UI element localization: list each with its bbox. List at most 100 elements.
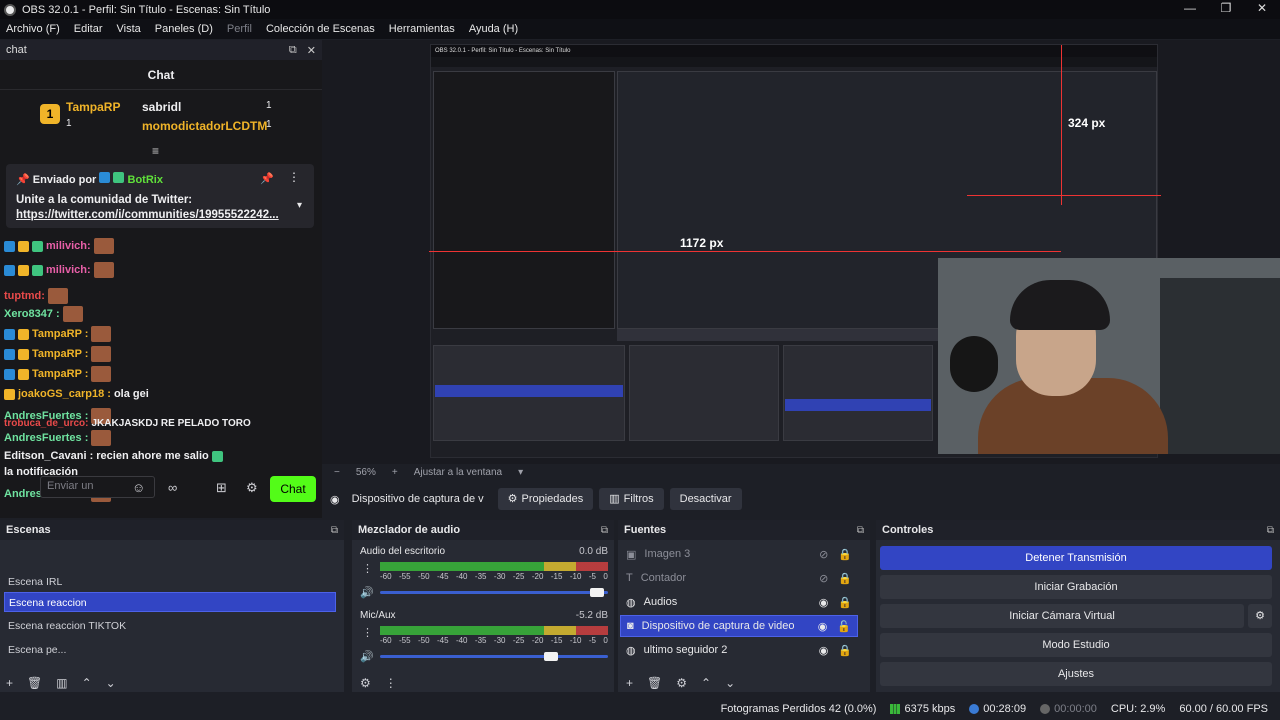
unlock-icon[interactable]: 🔓 bbox=[837, 620, 851, 633]
link-icon[interactable]: ∞ bbox=[168, 480, 177, 495]
track-menu-icon[interactable]: ⋮ bbox=[362, 626, 373, 639]
stop-streaming-button[interactable]: Detener Transmisión bbox=[880, 546, 1272, 570]
lock-icon[interactable]: 🔒 bbox=[838, 644, 852, 657]
chat-user[interactable]: Xero8347 : bbox=[4, 308, 60, 320]
pinned-link[interactable]: https://twitter.com/i/communities/199555… bbox=[16, 209, 304, 221]
emoji-icon[interactable]: ☺ bbox=[132, 480, 145, 495]
chat-user[interactable]: tuptmd: bbox=[4, 290, 45, 302]
leader-name[interactable]: sabridl bbox=[142, 100, 181, 114]
float-icon[interactable]: ⧉ bbox=[1267, 525, 1274, 536]
gift-icon[interactable]: ⊞ bbox=[216, 480, 227, 496]
expand-icon[interactable]: ≡ bbox=[152, 144, 159, 158]
lock-icon[interactable]: 🔒 bbox=[838, 548, 852, 561]
settings-button[interactable]: Ajustes bbox=[880, 662, 1272, 686]
menu-tools[interactable]: Herramientas bbox=[389, 23, 455, 35]
float-icon[interactable]: ⧉ bbox=[331, 525, 338, 536]
lock-icon[interactable]: 🔒 bbox=[838, 572, 852, 585]
unpin-icon[interactable]: 📌 bbox=[260, 172, 274, 185]
chat-user[interactable]: TampaRP : bbox=[32, 348, 88, 360]
menu-profile[interactable]: Perfil bbox=[227, 23, 252, 35]
source-item-selected[interactable]: ◙ Dispositivo de captura de video ◉ 🔓 bbox=[620, 615, 858, 637]
chat-user[interactable]: AndresFuertes : bbox=[4, 432, 88, 444]
fit-window-select[interactable]: Ajustar a la ventana bbox=[414, 467, 502, 478]
scenes-footer: + 🗑 ▥ ⌃ ⌄ bbox=[6, 676, 116, 690]
zoom-in-icon[interactable]: + bbox=[392, 467, 398, 478]
chevron-up-icon[interactable]: ⌃ bbox=[82, 676, 92, 690]
float-icon[interactable]: ⧉ bbox=[601, 525, 608, 536]
menu-file[interactable]: Archivo (F) bbox=[6, 23, 60, 35]
filters-button[interactable]: ▥ Filtros bbox=[599, 488, 664, 510]
speaker-icon[interactable]: 🔊 bbox=[360, 586, 374, 599]
trash-icon[interactable]: 🗑 bbox=[27, 676, 42, 690]
chat-user[interactable]: joakoGS_carp18 : bbox=[18, 388, 111, 400]
studio-mode-button[interactable]: Modo Estudio bbox=[880, 633, 1272, 657]
speaker-icon[interactable]: 🔊 bbox=[360, 650, 374, 663]
chat-user[interactable]: TampaRP : bbox=[32, 328, 88, 340]
more-icon[interactable]: ⋮ bbox=[385, 676, 397, 690]
menu-docks[interactable]: Paneles (D) bbox=[155, 23, 213, 35]
chevron-down-icon[interactable]: ▾ bbox=[297, 200, 302, 211]
track-menu-icon[interactable]: ⋮ bbox=[362, 562, 373, 575]
slider-knob[interactable] bbox=[590, 588, 604, 597]
lock-icon[interactable]: 🔒 bbox=[838, 596, 852, 609]
properties-button[interactable]: ⚙ Propiedades bbox=[497, 488, 594, 510]
filter-icon[interactable]: ▥ bbox=[56, 676, 67, 690]
badge-icon bbox=[32, 240, 43, 252]
eye-hidden-icon[interactable]: ⊘ bbox=[819, 572, 828, 585]
scene-item-selected[interactable]: Escena reaccion bbox=[4, 592, 336, 612]
menu-bar: Archivo (F) Editar Vista Paneles (D) Per… bbox=[0, 19, 1280, 39]
restore-icon[interactable]: ❐ bbox=[1208, 0, 1244, 19]
more-icon[interactable]: ⋮ bbox=[288, 170, 300, 184]
chat-user[interactable]: TampaRP : bbox=[32, 368, 88, 380]
pinned-sender[interactable]: BotRix bbox=[128, 174, 163, 186]
start-virtual-camera-button[interactable]: Iniciar Cámara Virtual bbox=[880, 604, 1244, 628]
chat-user[interactable]: milivich: bbox=[46, 240, 91, 252]
preview-canvas[interactable]: OBS 32.0.1 - Perfil: Sin Título - Escena… bbox=[322, 40, 1280, 464]
source-item[interactable]: ◍ ultimo seguidor 2 ◉ 🔒 bbox=[620, 639, 858, 661]
eye-icon[interactable]: ◉ bbox=[818, 620, 828, 633]
start-recording-button[interactable]: Iniciar Grabación bbox=[880, 575, 1272, 599]
menu-edit[interactable]: Editar bbox=[74, 23, 103, 35]
microphone-icon bbox=[950, 336, 998, 392]
scene-item[interactable]: Escena reaccion TIKTOK bbox=[4, 616, 336, 636]
source-item[interactable]: ▣ Imagen 3 ⊘ 🔒 bbox=[620, 543, 858, 565]
source-item[interactable]: ◍ Audios ◉ 🔒 bbox=[620, 591, 858, 613]
send-chat-button[interactable]: Chat bbox=[270, 476, 316, 502]
chevron-down-icon[interactable]: ⌄ bbox=[725, 676, 735, 690]
trash-icon[interactable]: 🗑 bbox=[647, 676, 662, 690]
volume-slider[interactable] bbox=[380, 588, 608, 597]
volume-slider[interactable] bbox=[380, 652, 608, 661]
virtual-camera-settings-button[interactable]: ⚙ bbox=[1248, 604, 1272, 628]
menu-help[interactable]: Ayuda (H) bbox=[469, 23, 518, 35]
add-icon[interactable]: + bbox=[626, 676, 633, 690]
leader-name[interactable]: TampaRP bbox=[66, 100, 120, 114]
chat-user[interactable]: trobuca_de_urco: bbox=[4, 418, 88, 429]
float-icon[interactable]: ⧉ bbox=[289, 44, 297, 57]
scene-item[interactable]: Escena pe... bbox=[4, 640, 336, 660]
badge-icon bbox=[99, 172, 111, 183]
advanced-audio-icon[interactable]: ⚙ bbox=[360, 676, 371, 690]
chat-user[interactable]: milivich: bbox=[46, 264, 91, 276]
source-item[interactable]: T Contador ⊘ 🔒 bbox=[620, 567, 858, 589]
leader-name[interactable]: momodictadorLCDTM bbox=[142, 119, 267, 133]
deactivate-button[interactable]: Desactivar bbox=[669, 488, 742, 510]
eye-icon[interactable]: ◉ bbox=[819, 596, 829, 609]
add-icon[interactable]: + bbox=[6, 676, 13, 690]
eye-hidden-icon[interactable]: ⊘ bbox=[819, 548, 828, 561]
float-icon[interactable]: ⧉ bbox=[857, 525, 864, 536]
gear-icon[interactable]: ⚙ bbox=[246, 480, 258, 496]
chevron-up-icon[interactable]: ⌃ bbox=[701, 676, 711, 690]
slider-knob[interactable] bbox=[544, 652, 558, 661]
minimize-icon[interactable]: — bbox=[1172, 0, 1208, 19]
close-icon[interactable]: ✕ bbox=[1244, 0, 1280, 19]
chevron-down-icon[interactable]: ⌄ bbox=[106, 676, 116, 690]
gear-icon[interactable]: ⚙ bbox=[676, 676, 687, 690]
eye-icon[interactable]: ◉ bbox=[819, 644, 829, 657]
zoom-out-icon[interactable]: − bbox=[334, 467, 340, 478]
scene-item[interactable]: Escena IRL bbox=[4, 572, 336, 592]
menu-view[interactable]: Vista bbox=[117, 23, 141, 35]
chevron-down-icon[interactable]: ▾ bbox=[518, 467, 523, 478]
close-icon[interactable]: ✕ bbox=[307, 44, 316, 57]
chat-user[interactable]: Editson_Cavani : bbox=[4, 450, 93, 462]
menu-scene-collection[interactable]: Colección de Escenas bbox=[266, 23, 375, 35]
